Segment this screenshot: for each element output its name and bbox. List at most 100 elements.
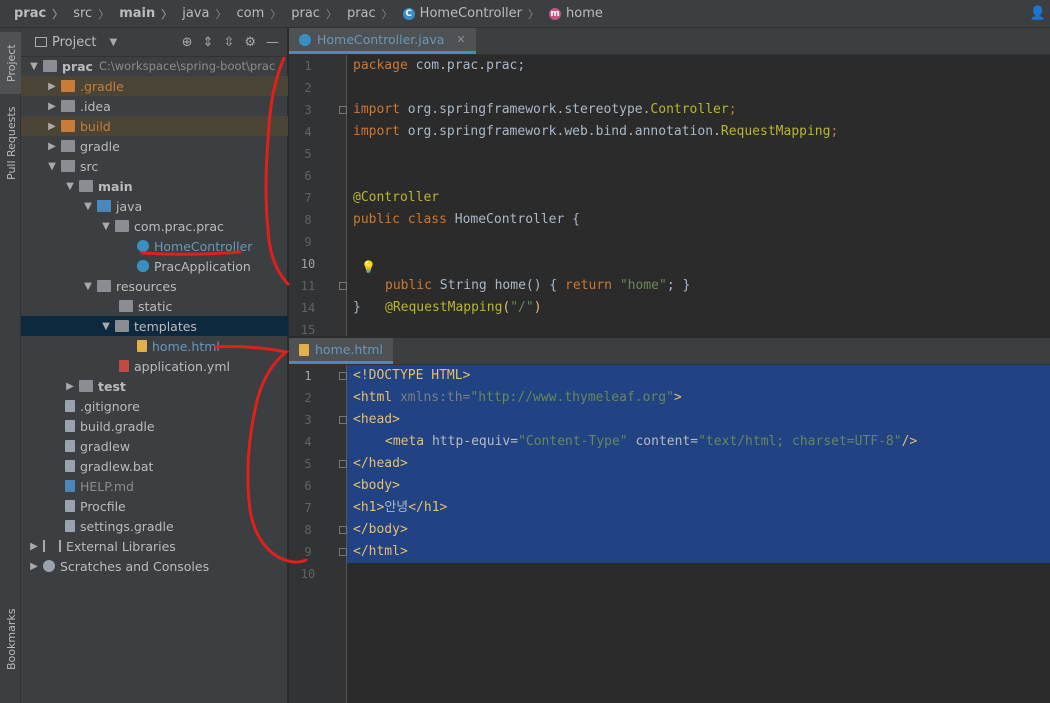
fold-icon[interactable] xyxy=(339,460,347,468)
tab-project[interactable]: Project xyxy=(0,32,21,94)
breadcrumb-item-home[interactable]: m home xyxy=(547,6,605,21)
tree-item-gitignore[interactable]: .gitignore xyxy=(21,396,288,416)
chevron-right-icon: ▶ xyxy=(48,80,56,92)
folder-icon xyxy=(79,180,93,192)
code-line: } xyxy=(353,300,361,315)
breadcrumb-item-prac-2[interactable]: prac 〉 xyxy=(345,6,401,22)
line-number-gutter: 1 2 3 4 5 6 7 8 9 10 11 14 15 xyxy=(289,55,347,337)
chevron-right-icon: ▶ xyxy=(30,540,38,552)
folder-icon xyxy=(61,80,75,92)
project-view-selector[interactable]: Project ▼ xyxy=(35,35,117,50)
text-file-icon xyxy=(65,500,75,512)
fold-icon[interactable] xyxy=(339,526,347,534)
package-icon xyxy=(115,220,129,232)
folder-icon xyxy=(79,380,93,392)
tree-item-java[interactable]: ▼ java xyxy=(21,196,288,216)
tree-item-main[interactable]: ▼ main xyxy=(21,176,288,196)
html-file-icon xyxy=(299,343,309,356)
locate-icon[interactable]: ⊕ xyxy=(182,35,193,50)
editor-home-html: home.html 1 2 3 4 5 6 7 8 9 10 <!DOCTYPE… xyxy=(289,338,1050,703)
code-line: </html> xyxy=(347,541,1050,563)
tree-item-gradlew[interactable]: gradlew xyxy=(21,436,288,456)
tree-item-home-html[interactable]: home.html xyxy=(21,336,288,356)
code-line: import org.springframework.web.bind.anno… xyxy=(353,124,839,139)
tree-item-help-md[interactable]: HELP.md xyxy=(21,476,288,496)
chevron-right-icon: ▶ xyxy=(66,380,74,392)
fold-icon[interactable] xyxy=(339,106,347,114)
chevron-down-icon: ▼ xyxy=(109,36,118,48)
fold-icon[interactable] xyxy=(339,372,347,380)
code-line: <body> xyxy=(347,475,1050,497)
expand-all-icon[interactable]: ⇕ xyxy=(203,35,214,50)
tree-item-scratches[interactable]: ▶ Scratches and Consoles xyxy=(21,556,288,576)
lightbulb-icon[interactable]: 💡 xyxy=(361,256,376,274)
breadcrumb-item-java[interactable]: java 〉 xyxy=(180,6,234,22)
tree-item-static[interactable]: static xyxy=(21,296,288,316)
code-line: <head> xyxy=(347,409,1050,431)
code-line: 💡 @RequestMapping("/") xyxy=(347,253,1050,315)
breadcrumb-item-main[interactable]: main 〉 xyxy=(117,6,180,22)
resources-folder-icon xyxy=(97,280,111,292)
tab-bookmarks[interactable]: Bookmarks xyxy=(0,608,21,688)
fold-icon[interactable] xyxy=(339,416,347,424)
tree-item-gradle-cache[interactable]: ▶ .gradle xyxy=(21,76,288,96)
tree-item-idea[interactable]: ▶ .idea xyxy=(21,96,288,116)
class-icon xyxy=(299,33,311,46)
breadcrumb-item-prac[interactable]: prac 〉 xyxy=(12,6,71,22)
code-line: </head> xyxy=(347,453,1050,475)
tree-item-package[interactable]: ▼ com.prac.prac xyxy=(21,216,288,236)
user-icon[interactable]: 👤 xyxy=(1030,6,1046,21)
chevron-down-icon: ▼ xyxy=(30,60,38,72)
breadcrumb-item-com[interactable]: com 〉 xyxy=(234,6,289,22)
class-icon xyxy=(137,240,149,252)
html-file-icon xyxy=(137,340,147,352)
editor-homecontroller: HomeController.java ✕ 1 2 3 4 5 6 7 8 9 … xyxy=(289,28,1050,337)
tree-item-prac[interactable]: ▼ prac C:\workspace\spring-boot\prac xyxy=(21,56,288,76)
chevron-down-icon: ▼ xyxy=(102,220,110,232)
tree-item-pracapplication[interactable]: PracApplication xyxy=(21,256,288,276)
tree-item-settings-gradle[interactable]: settings.gradle xyxy=(21,516,288,536)
tree-item-src[interactable]: ▼ src xyxy=(21,156,288,176)
hide-icon[interactable]: — xyxy=(266,35,279,50)
gradle-file-icon xyxy=(65,520,75,532)
tree-item-templates[interactable]: ▼ templates xyxy=(21,316,288,336)
tree-item-gradlew-bat[interactable]: gradlew.bat xyxy=(21,456,288,476)
method-icon: m xyxy=(549,7,562,20)
gradle-file-icon xyxy=(65,420,75,432)
tree-item-resources[interactable]: ▼ resources xyxy=(21,276,288,296)
tree-item-gradle[interactable]: ▶ gradle xyxy=(21,136,288,156)
markdown-file-icon xyxy=(65,480,75,492)
chevron-right-icon: ▶ xyxy=(30,560,38,572)
fold-icon[interactable] xyxy=(339,282,347,290)
editor-tab-bar: home.html xyxy=(289,338,1050,365)
tree-item-homecontroller[interactable]: HomeController xyxy=(21,236,288,256)
folder-icon xyxy=(61,100,75,112)
line-number-gutter: 1 2 3 4 5 6 7 8 9 10 xyxy=(289,365,347,703)
tree-item-external-libraries[interactable]: ▶ External Libraries xyxy=(21,536,288,556)
tree-item-build[interactable]: ▶ build xyxy=(21,116,288,136)
class-icon: C xyxy=(402,7,415,20)
breadcrumb-item-src[interactable]: src 〉 xyxy=(71,6,117,22)
scratches-icon xyxy=(43,560,55,572)
tab-pull-requests[interactable]: Pull Requests xyxy=(0,104,21,200)
tree-item-procfile[interactable]: Procfile xyxy=(21,496,288,516)
chevron-right-icon: ▶ xyxy=(48,140,56,152)
tree-item-test[interactable]: ▶ test xyxy=(21,376,288,396)
close-icon[interactable]: ✕ xyxy=(456,33,465,46)
breadcrumb-item-homecontroller[interactable]: C HomeController 〉 xyxy=(401,6,547,22)
breadcrumb-item-prac-1[interactable]: prac 〉 xyxy=(289,6,345,22)
code-area[interactable]: package com.prac.prac; import org.spring… xyxy=(347,55,1050,336)
code-line: public class HomeController { xyxy=(353,212,580,227)
fold-icon[interactable] xyxy=(339,548,347,556)
project-panel: Project ▼ ⊕ ⇕ ⇳ ⚙ — ▼ prac C:\workspace\… xyxy=(21,28,288,703)
tab-home-html[interactable]: home.html xyxy=(289,338,393,364)
gear-icon[interactable]: ⚙ xyxy=(244,35,256,50)
tree-item-application-yml[interactable]: application.yml xyxy=(21,356,288,376)
code-line: </body> xyxy=(347,519,1050,541)
collapse-all-icon[interactable]: ⇳ xyxy=(223,35,234,50)
editor-tab-bar: HomeController.java ✕ xyxy=(289,28,1050,55)
code-area[interactable]: <!DOCTYPE HTML> <html xmlns:th="http://w… xyxy=(347,365,1050,703)
shell-file-icon xyxy=(65,440,75,452)
tree-item-build-gradle[interactable]: build.gradle xyxy=(21,416,288,436)
tab-homecontroller-java[interactable]: HomeController.java ✕ xyxy=(289,28,476,54)
